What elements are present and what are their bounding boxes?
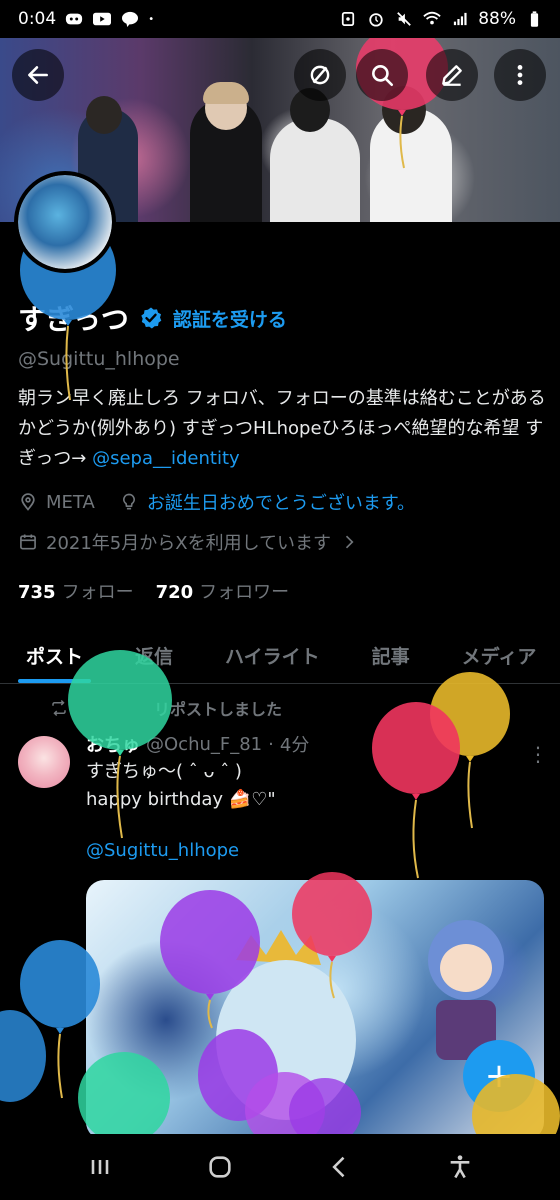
profile-tabs: ポスト 返信 ハイライト 記事 メディア <box>0 628 560 684</box>
verified-badge-icon[interactable] <box>139 306 163 330</box>
tab-posts[interactable]: ポスト <box>0 628 109 683</box>
edit-icon <box>442 65 462 86</box>
profile-info: すぎっつ 認証を受ける @Sugittu_hlhope 朝ラン早く廃止しろ フォ… <box>18 290 548 604</box>
banner-figure-hair <box>203 82 249 104</box>
profile-handle: @Sugittu_hlhope <box>18 348 180 370</box>
status-time: 0:04 <box>18 9 57 29</box>
edit-button[interactable] <box>426 49 478 101</box>
profile-website-link[interactable]: お誕生日おめでとうございます。 <box>147 489 415 515</box>
get-verified-link[interactable]: 認証を受ける <box>173 305 287 332</box>
tweet-more-icon[interactable]: ⋮ <box>528 742 548 766</box>
tweet-author-handle: @Ochu_F_81 <box>146 733 263 755</box>
balloon-decoration <box>0 1010 46 1102</box>
sync-off-icon <box>310 65 330 85</box>
system-nav-bar <box>0 1134 560 1200</box>
compose-post-button[interactable]: + <box>463 1040 535 1112</box>
tweet-header: おちゅ @Ochu_F_81 · 4分 <box>86 730 546 758</box>
tweet-text-line: happy birthday 🍰♡" <box>86 789 276 810</box>
more-button[interactable] <box>494 49 546 101</box>
search-button[interactable] <box>356 49 408 101</box>
signal-icon <box>450 10 470 28</box>
back-nav-icon[interactable] <box>326 1153 354 1181</box>
tweet-text-line: すぎちゅ〜( ˆ ᴗ ˆ ) <box>86 761 242 782</box>
tab-media[interactable]: メディア <box>436 628 560 683</box>
tab-replies[interactable]: 返信 <box>109 628 199 683</box>
tweet-time: 4分 <box>279 735 310 756</box>
tweet-author-name[interactable]: おちゅ <box>86 731 140 757</box>
banner-figure <box>270 118 360 222</box>
wifi-icon <box>422 10 442 28</box>
status-dot: • <box>148 13 155 25</box>
repost-icon <box>52 699 66 717</box>
battery-icon <box>524 10 544 28</box>
following-link[interactable]: 735 フォロー <box>18 578 134 604</box>
plus-icon: + <box>484 1056 514 1096</box>
followers-count: 720 <box>155 582 194 603</box>
tweet[interactable]: おちゅ @Ochu_F_81 · 4分 すぎちゅ〜( ˆ ᴗ ˆ ) happy… <box>86 730 546 862</box>
battery-level: 88% <box>478 9 516 29</box>
profile-avatar[interactable] <box>14 171 116 273</box>
home-icon[interactable] <box>206 1153 234 1181</box>
profile-joined[interactable]: 2021年5月からXを利用しています <box>18 526 548 558</box>
repost-indicator: リポストしました <box>50 696 282 720</box>
profile-meta: META お誕生日おめでとうございます。 <box>18 486 548 518</box>
youtube-icon <box>92 10 112 28</box>
tweet-separator: · <box>268 733 274 755</box>
arrow-left-icon <box>28 66 48 84</box>
name-row: すぎっつ 認証を受ける <box>18 290 548 346</box>
chevron-right-icon <box>345 535 354 549</box>
search-icon <box>372 65 394 87</box>
back-button[interactable] <box>12 49 64 101</box>
bio-mention-link[interactable]: @sepa__identity <box>92 448 240 469</box>
profile-location: META <box>46 491 95 513</box>
tab-articles[interactable]: 記事 <box>346 628 436 683</box>
tweet-mention-link[interactable]: @Sugittu_hlhope <box>86 840 546 861</box>
followers-label: フォロワー <box>199 582 290 603</box>
more-vertical-icon <box>517 65 523 85</box>
status-bar: 0:04 • 88% <box>0 0 560 38</box>
discord-icon <box>64 10 84 28</box>
calendar-icon <box>20 534 36 550</box>
accessibility-icon[interactable] <box>446 1153 474 1181</box>
recent-apps-icon[interactable] <box>86 1153 114 1181</box>
profile-bio: 朝ラン早く廃止しろ フォロバ、フォローの基準は絡むことがあるかどうか(例外あり)… <box>18 384 548 474</box>
lightbulb-icon <box>122 493 135 510</box>
line-app-icon <box>120 10 140 28</box>
avatar-image <box>18 175 112 269</box>
mute-icon <box>394 10 414 28</box>
data-saver-icon <box>338 10 358 28</box>
followers-link[interactable]: 720 フォロワー <box>156 578 290 604</box>
alarm-icon <box>366 10 386 28</box>
following-count: 735 <box>18 582 56 603</box>
following-label: フォロー <box>61 582 134 603</box>
banner-figure-head <box>86 96 122 134</box>
repost-label: リポストしました <box>154 700 283 719</box>
joined-date: 2021年5月からXを利用しています <box>46 533 332 554</box>
tweet-author-avatar[interactable] <box>18 736 70 788</box>
follow-counts: 735 フォロー 720 フォロワー <box>18 578 548 604</box>
sync-button[interactable] <box>294 49 346 101</box>
location-pin-icon <box>21 493 35 511</box>
profile-name: すぎっつ <box>18 303 129 336</box>
tab-highlights[interactable]: ハイライト <box>199 628 346 683</box>
